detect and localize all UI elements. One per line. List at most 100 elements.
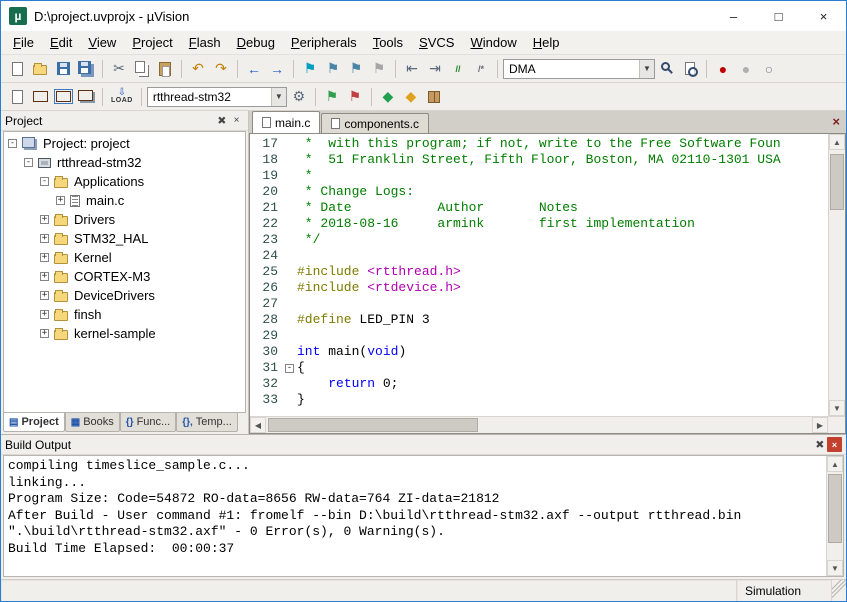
menu-flash[interactable]: Flash [181, 32, 229, 53]
close-document-icon[interactable]: × [832, 114, 840, 129]
tree-item-label[interactable]: STM32_HAL [72, 231, 150, 246]
minimize-button[interactable]: – [711, 1, 756, 31]
code-editor[interactable]: 17 * with this program; if not, write to… [250, 134, 828, 416]
tree-item-label[interactable]: rtthread-stm32 [55, 155, 144, 170]
tree-item-label[interactable]: DeviceDrivers [72, 288, 157, 303]
navigate-back-icon[interactable]: ← [243, 58, 265, 80]
build-icon[interactable] [29, 86, 51, 108]
tree-item-rtthread-stm32[interactable]: - rtthread-stm32 [4, 153, 245, 172]
component-box-icon[interactable] [423, 86, 445, 108]
kill-breakpoints-icon[interactable]: ○ [758, 58, 780, 80]
tree-item-cortex-m3[interactable]: + CORTEX-M3 [4, 267, 245, 286]
tree-item-label[interactable]: kernel-sample [72, 326, 158, 341]
expand-icon[interactable]: + [40, 329, 49, 338]
scroll-down-icon[interactable]: ▼ [827, 560, 843, 576]
panel-tab-books[interactable]: ▦Books [65, 413, 120, 432]
menu-tools[interactable]: Tools [365, 32, 411, 53]
scroll-up-icon[interactable]: ▲ [827, 456, 843, 472]
tree-item-drivers[interactable]: + Drivers [4, 210, 245, 229]
options-for-target-icon[interactable]: ⚙ [288, 86, 310, 108]
scroll-right-icon[interactable]: ▶ [812, 417, 828, 433]
scroll-track[interactable] [266, 417, 812, 433]
close-button[interactable]: × [801, 1, 846, 31]
collapse-icon[interactable]: - [40, 177, 49, 186]
save-icon[interactable] [52, 58, 74, 80]
scroll-left-icon[interactable]: ◀ [250, 417, 266, 433]
panel-tab-temp[interactable]: {},Temp... [176, 413, 238, 432]
tree-item-label[interactable]: Applications [72, 174, 146, 189]
build-output-scrollbar[interactable]: ▲ ▼ [826, 456, 843, 576]
uncomment-selection-icon[interactable]: /* [470, 58, 492, 80]
expand-icon[interactable]: + [40, 253, 49, 262]
find-icon[interactable] [679, 58, 701, 80]
expand-icon[interactable]: + [56, 196, 65, 205]
paste-icon[interactable] [154, 58, 176, 80]
editor-tab-main-c[interactable]: main.c [252, 111, 320, 133]
file-extensions-icon[interactable]: ⚑ [321, 86, 343, 108]
resize-grip[interactable] [832, 580, 846, 601]
panel-tab-project[interactable]: ▤Project [3, 413, 65, 432]
editor-tab-components-c[interactable]: components.c [321, 113, 429, 133]
search-combobox[interactable]: DMA ▼ [503, 59, 655, 79]
tree-item-label[interactable]: main.c [84, 193, 126, 208]
cut-icon[interactable]: ✂ [108, 58, 130, 80]
tree-item-devicedrivers[interactable]: + DeviceDrivers [4, 286, 245, 305]
tree-item-label[interactable]: CORTEX-M3 [72, 269, 152, 284]
insert-breakpoint-icon[interactable]: ● [712, 58, 734, 80]
menu-edit[interactable]: Edit [42, 32, 80, 53]
batch-build-icon[interactable] [75, 86, 97, 108]
bookmark-clear-icon[interactable]: ⚑ [368, 58, 390, 80]
tree-item-kernel-sample[interactable]: + kernel-sample [4, 324, 245, 343]
tree-item-label[interactable]: Kernel [72, 250, 114, 265]
scroll-thumb[interactable] [830, 154, 844, 210]
tree-item-main-c[interactable]: + main.c [4, 191, 245, 210]
scroll-track[interactable] [829, 150, 845, 400]
build-flag-icon[interactable]: ⚑ [344, 86, 366, 108]
maximize-button[interactable]: □ [756, 1, 801, 31]
indent-icon[interactable]: ⇥ [424, 58, 446, 80]
tree-item-label[interactable]: Drivers [72, 212, 117, 227]
menu-svcs[interactable]: SVCS [411, 32, 462, 53]
collapse-icon[interactable]: - [24, 158, 33, 167]
menu-debug[interactable]: Debug [229, 32, 283, 53]
search-value[interactable]: DMA [504, 62, 639, 76]
menu-project[interactable]: Project [124, 32, 180, 53]
menu-file[interactable]: File [5, 32, 42, 53]
chevron-down-icon[interactable]: ▼ [639, 60, 654, 78]
rebuild-icon[interactable] [52, 86, 74, 108]
bookmark-prev-icon[interactable]: ⚑ [322, 58, 344, 80]
redo-icon[interactable]: ↷ [210, 58, 232, 80]
tree-item-finsh[interactable]: + finsh [4, 305, 245, 324]
menu-view[interactable]: View [80, 32, 124, 53]
open-folder-icon[interactable] [29, 58, 51, 80]
menu-window[interactable]: Window [462, 32, 524, 53]
copy-icon[interactable] [131, 58, 153, 80]
scroll-up-icon[interactable]: ▲ [829, 134, 845, 150]
navigate-forward-icon[interactable]: → [266, 58, 288, 80]
new-file-icon[interactable] [6, 58, 28, 80]
expand-icon[interactable]: + [40, 291, 49, 300]
scroll-thumb[interactable] [828, 474, 842, 543]
scroll-down-icon[interactable]: ▼ [829, 400, 845, 416]
expand-icon[interactable]: + [40, 310, 49, 319]
tree-item-applications[interactable]: - Applications [4, 172, 245, 191]
tree-item-label[interactable]: finsh [72, 307, 103, 322]
tree-item-project-project[interactable]: -Project: project [4, 134, 245, 153]
manage-rte-icon[interactable]: ◆ [377, 86, 399, 108]
expand-icon[interactable]: + [40, 272, 49, 281]
translate-file-icon[interactable] [6, 86, 28, 108]
unindent-icon[interactable]: ⇤ [401, 58, 423, 80]
download-button[interactable]: ⇩ LOAD [108, 86, 136, 108]
editor-horizontal-scrollbar[interactable]: ◀ ▶ [250, 416, 845, 433]
scroll-thumb[interactable] [268, 418, 478, 432]
menu-help[interactable]: Help [525, 32, 568, 53]
collapse-icon[interactable]: - [8, 139, 17, 148]
chevron-down-icon[interactable]: ▼ [271, 88, 286, 106]
fold-margin[interactable]: - [282, 360, 297, 376]
tree-item-kernel[interactable]: + Kernel [4, 248, 245, 267]
scroll-track[interactable] [827, 472, 843, 560]
panel-tab-func[interactable]: {}Func... [120, 413, 176, 432]
expand-icon[interactable]: + [40, 215, 49, 224]
tree-item-stm32-hal[interactable]: +STM32_HAL [4, 229, 245, 248]
undo-icon[interactable]: ↶ [187, 58, 209, 80]
